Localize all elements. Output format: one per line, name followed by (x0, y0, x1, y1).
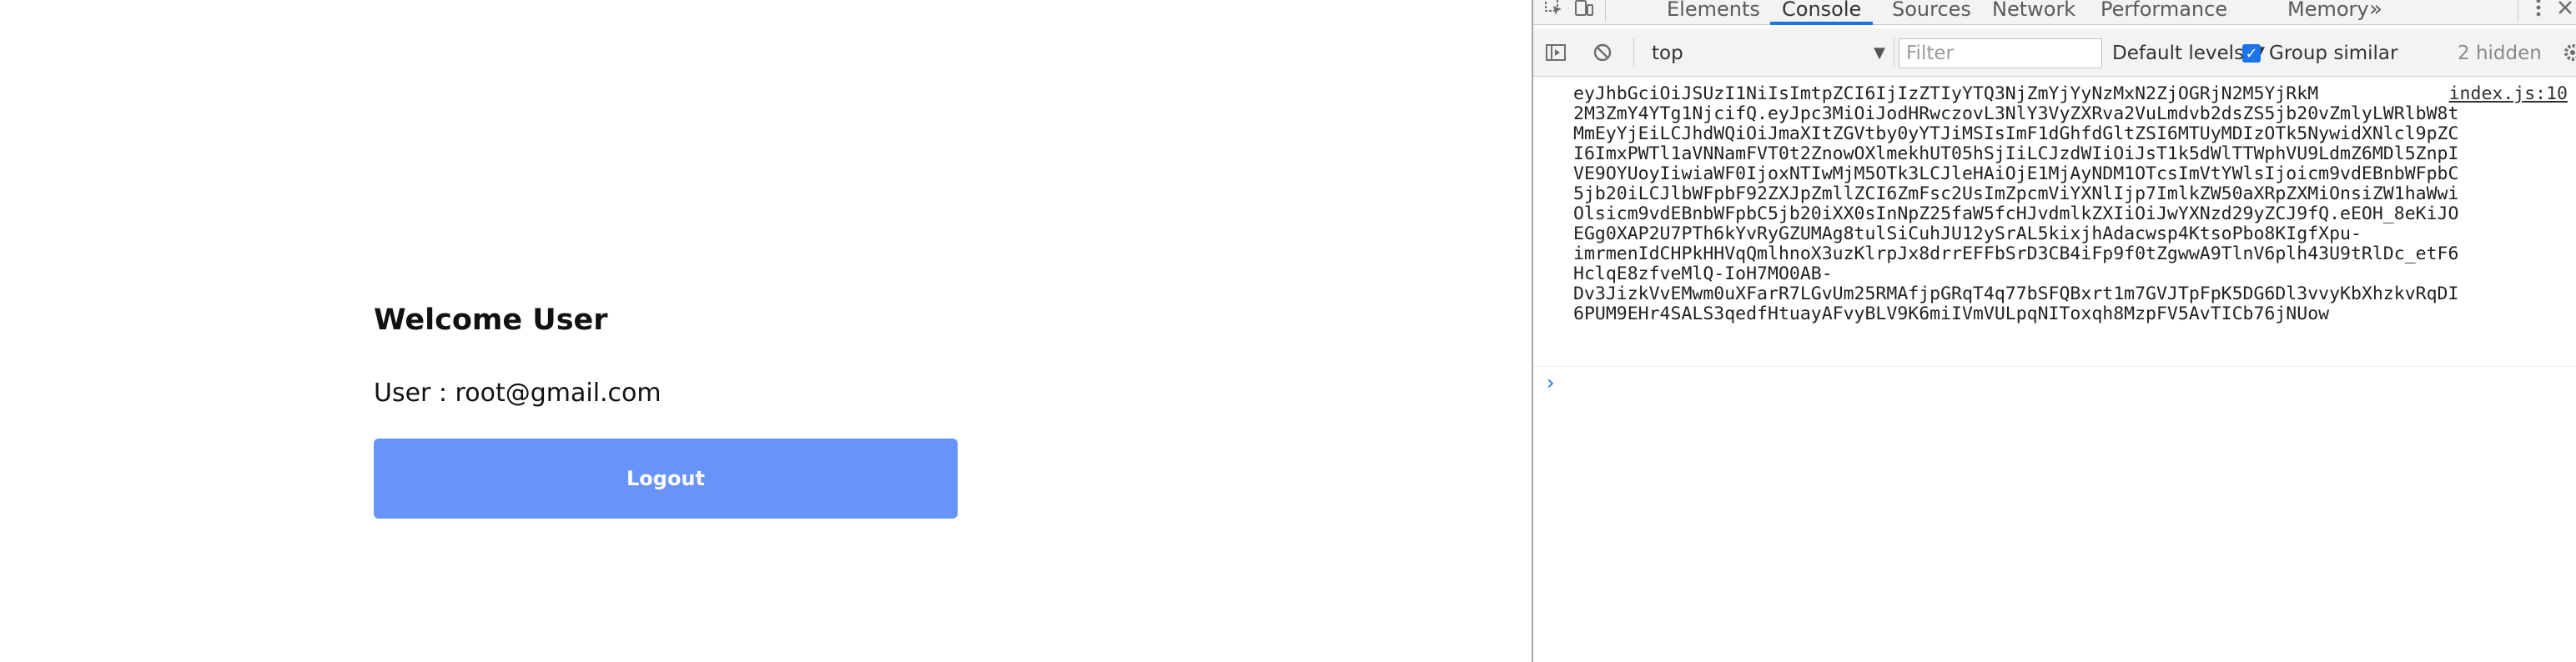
console-log-message: eyJhbGciOiJSUzI1NiIsImtpZCI6IjIzZTIyYTQ3… (1533, 78, 2576, 367)
tab-sources[interactable]: Sources (1892, 0, 1971, 25)
app-page: Welcome User User : root@gmail.com Logou… (0, 0, 1532, 662)
console-filter-input[interactable] (1899, 38, 2102, 68)
toolbar-separator (1633, 38, 1634, 67)
console-log-text: eyJhbGciOiJSUzI1NiIsImtpZCI6IjIzZTIyYTQ3… (1573, 84, 2459, 324)
device-toolbar-icon[interactable] (1572, 0, 1597, 22)
tab-memory[interactable]: Memory (2287, 0, 2369, 25)
tab-performance[interactable]: Performance (2101, 0, 2227, 25)
hidden-messages-count: 2 hidden (2458, 43, 2542, 64)
tab-network[interactable]: Network (1992, 0, 2075, 25)
checkmark-icon[interactable]: ✓ (2242, 44, 2261, 63)
console-output: eyJhbGciOiJSUzI1NiIsImtpZCI6IjIzZTIyYTQ3… (1533, 78, 2576, 662)
console-toolbar: top ▼ Default levels ▼ ✓ Group similar 2… (1533, 28, 2576, 77)
execution-context-value: top (1652, 43, 1683, 64)
logout-button[interactable]: Logout (374, 439, 958, 519)
devtools-tabbar: Elements Console Sources Network Perform… (1533, 0, 2576, 25)
clear-console-icon[interactable] (1587, 37, 1618, 68)
more-tabs-button[interactable]: » (2369, 0, 2382, 25)
log-source-link[interactable]: index.js:10 (2443, 84, 2568, 104)
dropdown-caret-icon: ▼ (1874, 44, 1885, 62)
console-settings-icon[interactable] (2561, 37, 2576, 68)
group-similar-label: Group similar (2269, 43, 2398, 64)
devtools-panel: Elements Console Sources Network Perform… (1532, 0, 2576, 662)
sidebar-toggle-icon[interactable] (1540, 37, 1572, 68)
tab-console[interactable]: Console (1769, 0, 1874, 25)
welcome-heading: Welcome User (374, 303, 608, 337)
close-devtools-icon[interactable] (2554, 0, 2576, 22)
execution-context-select[interactable]: top ▼ (1652, 40, 1890, 67)
kebab-menu-icon[interactable] (2526, 0, 2551, 22)
tab-elements[interactable]: Elements (1667, 0, 1760, 25)
group-similar-toggle[interactable]: ✓ Group similar (2242, 40, 2397, 67)
inspect-element-icon[interactable] (1542, 0, 1567, 22)
user-email-line: User : root@gmail.com (374, 379, 662, 408)
console-prompt-icon[interactable]: › (1547, 371, 1555, 394)
tabbar-separator (1605, 0, 1606, 22)
